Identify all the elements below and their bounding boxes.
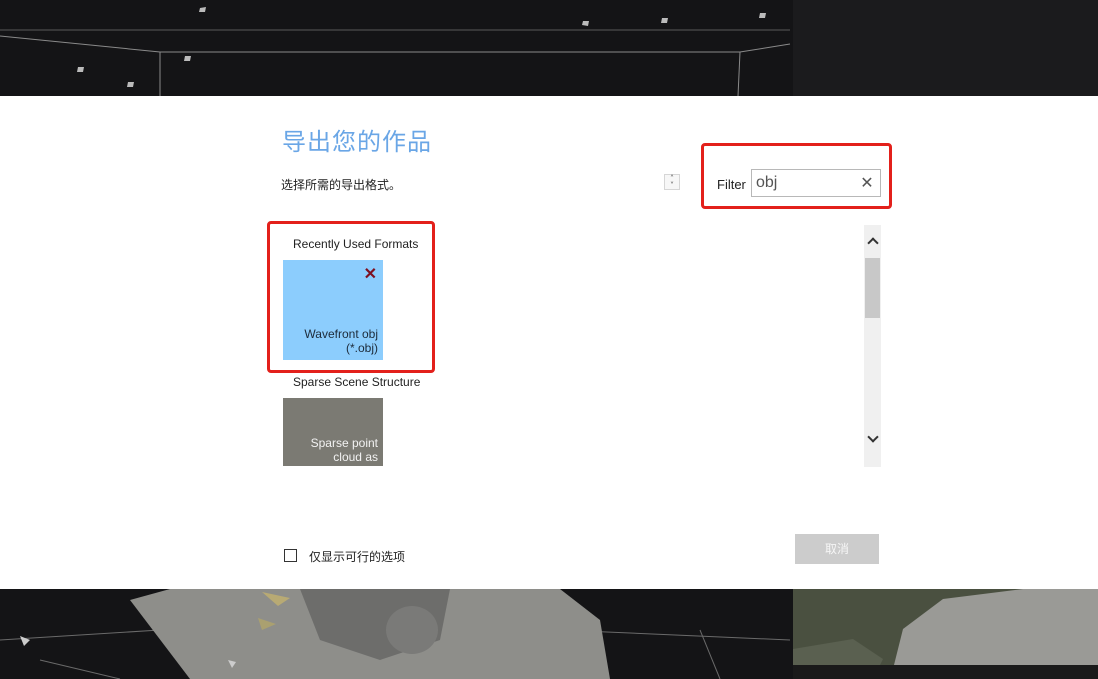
group-heading-sparse-scene: Sparse Scene Structure [293, 375, 421, 389]
export-format-instruction: 选择所需的导出格式。 [281, 178, 402, 192]
format-tile-name: Wavefront obj [304, 327, 378, 341]
format-tile-wavefront-obj[interactable]: ✕ Wavefront obj (*.obj) [283, 260, 383, 360]
format-tile-name: Sparse point [310, 436, 378, 450]
format-tile-label: Sparse point cloud as [311, 436, 378, 464]
right-panel-preview-image [793, 589, 1098, 679]
group-heading-recently-used: Recently Used Formats [293, 237, 419, 251]
close-icon[interactable]: ✕ [364, 264, 377, 284]
export-dialog: 导出您的作品 选择所需的导出格式。 ˄˅ Filter ✕ Recently U… [0, 96, 1098, 589]
feasible-options-checkbox[interactable] [284, 549, 297, 562]
feasible-options-label: 仅显示可行的选项 [309, 550, 406, 564]
scrollbar-thumb[interactable] [865, 258, 880, 318]
dialog-title: 导出您的作品 [282, 128, 432, 156]
format-list-scrollbar[interactable] [864, 225, 881, 467]
right-panel-top [793, 0, 1098, 96]
format-tile-name-continued: cloud as [333, 450, 378, 464]
cancel-button[interactable]: 取消 [795, 534, 879, 564]
format-tile-sparse-point-cloud[interactable]: Sparse point cloud as [283, 398, 383, 466]
format-tile-extension: (*.obj) [345, 341, 378, 355]
chevron-up-icon[interactable] [864, 233, 881, 253]
filter-label: Filter [717, 177, 746, 192]
close-icon[interactable]: ✕ [859, 172, 875, 194]
format-tile-label: Wavefront obj (*.obj) [304, 327, 378, 355]
sort-arrows-icon[interactable]: ˄ ˅ [664, 174, 680, 190]
chevron-down-icon[interactable] [864, 431, 881, 451]
